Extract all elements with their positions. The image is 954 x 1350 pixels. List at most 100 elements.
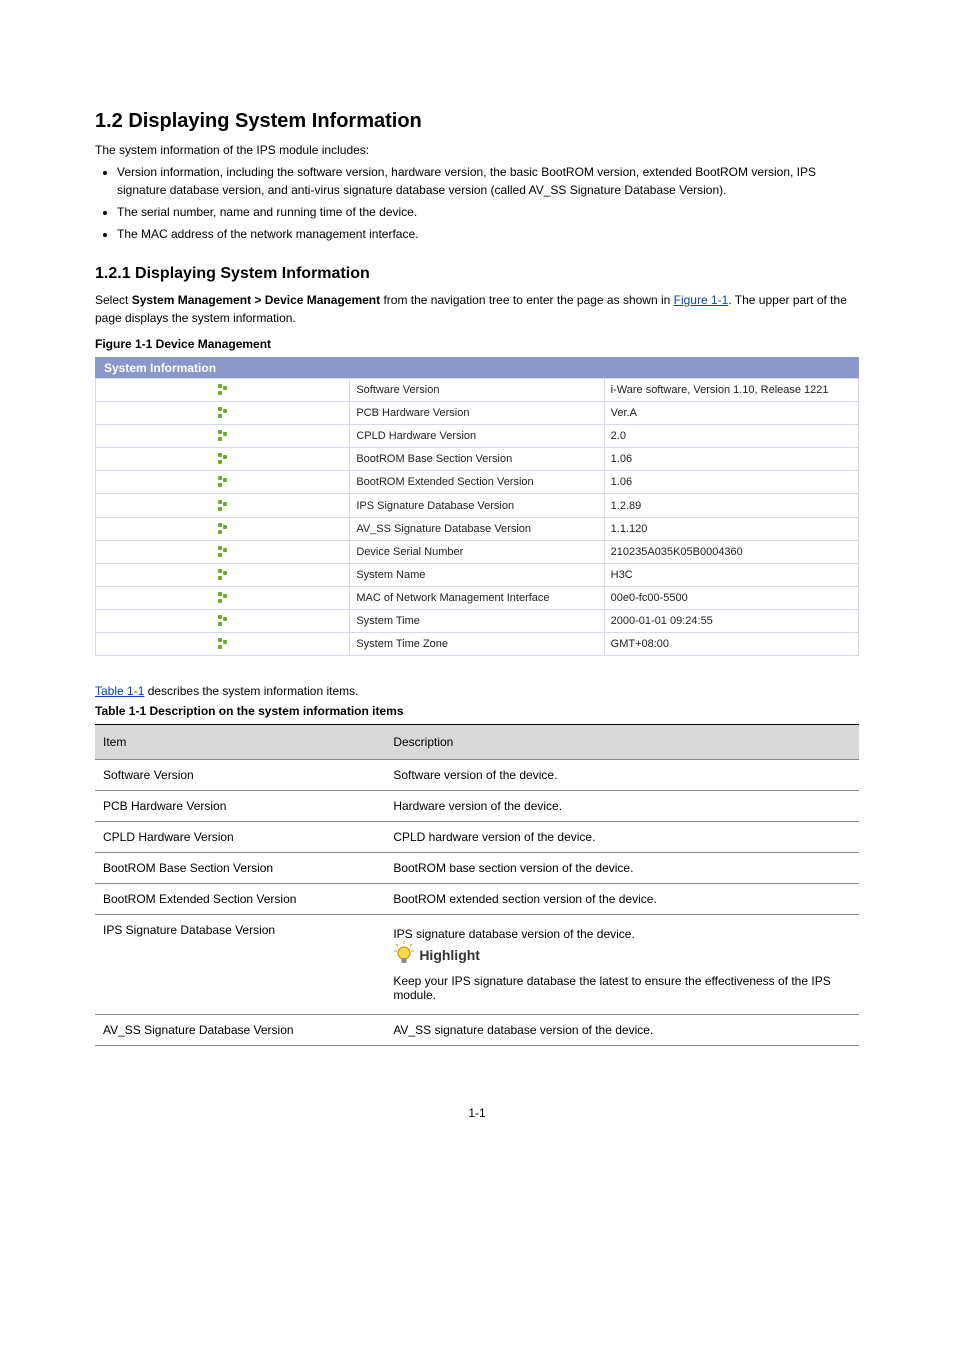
table-row: BootROM Base Section VersionBootROM base… (95, 853, 859, 884)
highlight-title: Highlight (393, 941, 480, 968)
nav-paragraph: Select System Management > Device Manage… (95, 291, 859, 327)
table-intro-text: describes the system information items. (144, 684, 358, 698)
bullet-icon (218, 476, 228, 488)
row-icon-cell (96, 494, 350, 517)
system-info-row: System Time ZoneGMT+08:00 (96, 633, 859, 656)
row-value: 2.0 (604, 425, 858, 448)
lightbulb-icon (393, 941, 415, 968)
nav-text: from the navigation tree to enter the pa… (380, 293, 674, 307)
nav-path: System Management > Device Management (132, 293, 380, 307)
intro-bullet: The MAC address of the network managemen… (117, 225, 859, 243)
row-icon-cell (96, 563, 350, 586)
system-info-row: Software Versioni-Ware software, Version… (96, 379, 859, 402)
row-icon-cell (96, 540, 350, 563)
row-value: 00e0-fc00-5500 (604, 586, 858, 609)
intro-text: The system information of the IPS module… (95, 141, 859, 159)
row-icon-cell (96, 471, 350, 494)
row-label: CPLD Hardware Version (350, 425, 604, 448)
cell-desc: AV_SS signature database version of the … (385, 1015, 859, 1046)
table-row: Software VersionSoftware version of the … (95, 760, 859, 791)
highlight-desc: IPS signature database version of the de… (393, 927, 851, 941)
system-info-row: AV_SS Signature Database Version1.1.120 (96, 517, 859, 540)
row-icon-cell (96, 586, 350, 609)
table-row: CPLD Hardware VersionCPLD hardware versi… (95, 822, 859, 853)
row-value: 1.06 (604, 471, 858, 494)
cell-desc: BootROM extended section version of the … (385, 884, 859, 915)
description-table: Item Description Software VersionSoftwar… (95, 724, 859, 1046)
row-icon-cell (96, 402, 350, 425)
highlight-box: IPS signature database version of the de… (393, 923, 851, 1006)
row-icon-cell (96, 517, 350, 540)
row-icon-cell (96, 379, 350, 402)
panel-header: System Information (96, 358, 859, 379)
system-info-row: CPLD Hardware Version2.0 (96, 425, 859, 448)
cell-desc: IPS signature database version of the de… (385, 915, 859, 1015)
cell-item: BootROM Base Section Version (95, 853, 385, 884)
bullet-icon (218, 592, 228, 604)
row-label: Software Version (350, 379, 604, 402)
cell-item: Software Version (95, 760, 385, 791)
page-number: 1-1 (95, 1106, 859, 1120)
system-info-row: PCB Hardware VersionVer.A (96, 402, 859, 425)
table-caption: Table 1-1 Description on the system info… (95, 704, 859, 718)
cell-desc: CPLD hardware version of the device. (385, 822, 859, 853)
table-row: PCB Hardware VersionHardware version of … (95, 791, 859, 822)
row-label: BootROM Base Section Version (350, 448, 604, 471)
table-link[interactable]: Table 1-1 (95, 684, 144, 698)
section-heading: 1.2 Displaying System Information (95, 110, 859, 133)
system-info-row: System Time2000-01-01 09:24:55 (96, 609, 859, 632)
figure-caption-text: Figure 1-1 Device Management (95, 337, 271, 351)
cell-item: PCB Hardware Version (95, 791, 385, 822)
row-value: 2000-01-01 09:24:55 (604, 609, 858, 632)
system-information-panel: System Information Software Versioni-War… (95, 357, 859, 656)
table-intro: Table 1-1 describes the system informati… (95, 684, 859, 698)
system-info-row: Device Serial Number210235A035K05B000436… (96, 540, 859, 563)
system-info-row: MAC of Network Management Interface00e0-… (96, 586, 859, 609)
system-info-row: BootROM Base Section Version1.06 (96, 448, 859, 471)
row-value: 210235A035K05B0004360 (604, 540, 858, 563)
row-value: H3C (604, 563, 858, 586)
row-label: MAC of Network Management Interface (350, 586, 604, 609)
bullet-icon (218, 430, 228, 442)
cell-desc: Hardware version of the device. (385, 791, 859, 822)
bullet-icon (218, 523, 228, 535)
highlight-extra: Keep your IPS signature database the lat… (393, 974, 851, 1002)
cell-item: BootROM Extended Section Version (95, 884, 385, 915)
bullet-icon (218, 453, 228, 465)
row-value: i-Ware software, Version 1.10, Release 1… (604, 379, 858, 402)
bullet-icon (218, 638, 228, 650)
bullet-icon (218, 407, 228, 419)
cell-item: AV_SS Signature Database Version (95, 1015, 385, 1046)
column-header-desc: Description (385, 725, 859, 760)
intro-bullet: Version information, including the softw… (117, 163, 859, 199)
row-label: System Time Zone (350, 633, 604, 656)
row-label: AV_SS Signature Database Version (350, 517, 604, 540)
bullet-icon (218, 569, 228, 581)
system-info-row: BootROM Extended Section Version1.06 (96, 471, 859, 494)
row-label: IPS Signature Database Version (350, 494, 604, 517)
row-value: GMT+08:00 (604, 633, 858, 656)
row-label: System Time (350, 609, 604, 632)
figure-link[interactable]: Figure 1-1 (674, 293, 729, 307)
intro-block: The system information of the IPS module… (95, 141, 859, 243)
row-value: 1.06 (604, 448, 858, 471)
row-label: System Name (350, 563, 604, 586)
bullet-icon (218, 500, 228, 512)
row-label: PCB Hardware Version (350, 402, 604, 425)
row-value: 1.1.120 (604, 517, 858, 540)
system-info-row: System NameH3C (96, 563, 859, 586)
table-caption-text: Table 1-1 Description on the system info… (95, 704, 404, 718)
nav-text: Select (95, 293, 132, 307)
row-value: 1.2.89 (604, 494, 858, 517)
cell-desc: Software version of the device. (385, 760, 859, 791)
row-label: Device Serial Number (350, 540, 604, 563)
system-info-row: IPS Signature Database Version1.2.89 (96, 494, 859, 517)
cell-item: CPLD Hardware Version (95, 822, 385, 853)
bullet-icon (218, 384, 228, 396)
bullet-icon (218, 546, 228, 558)
intro-list: Version information, including the softw… (95, 163, 859, 243)
cell-desc: BootROM base section version of the devi… (385, 853, 859, 884)
table-row: IPS Signature Database VersionIPS signat… (95, 915, 859, 1015)
row-icon-cell (96, 448, 350, 471)
row-icon-cell (96, 633, 350, 656)
